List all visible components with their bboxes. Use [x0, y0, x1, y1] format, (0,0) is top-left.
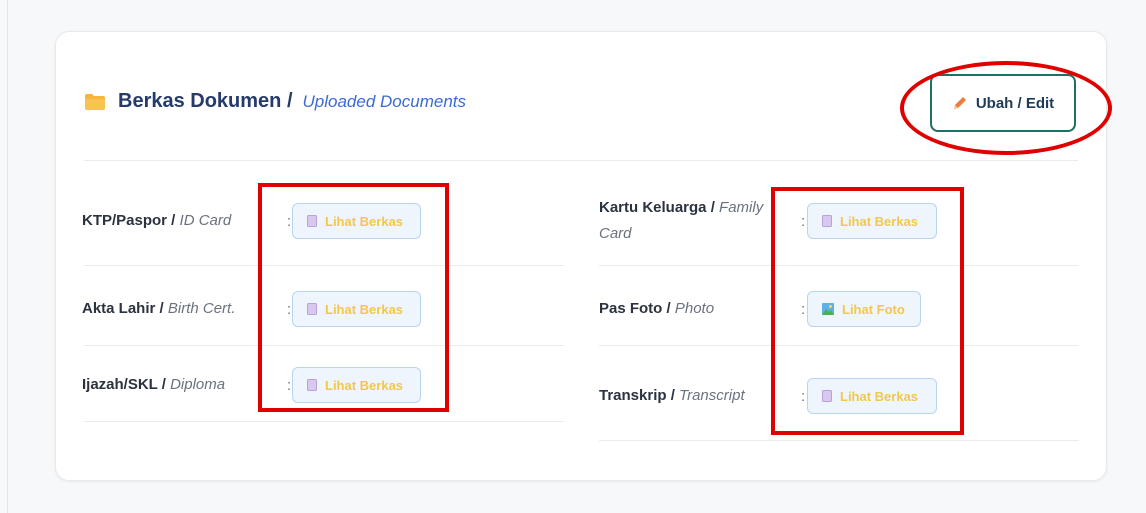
label-family-card: Kartu Keluarga / Family Card — [599, 199, 764, 242]
label-transcript: Transkrip / Transcript — [599, 387, 745, 404]
folder-icon — [85, 93, 105, 110]
page-title: Berkas Dokumen / — [118, 90, 293, 112]
label-photo: Pas Foto / Photo — [599, 300, 715, 317]
card-header: Berkas Dokumen / Uploaded Documents — [84, 90, 466, 113]
row-divider — [84, 421, 564, 422]
page-left-rule — [7, 0, 8, 513]
header-divider — [84, 160, 1078, 161]
page-subtitle: Uploaded Documents — [302, 91, 466, 111]
annotation-ellipse-edit — [900, 61, 1112, 155]
row-divider — [599, 440, 1079, 441]
annotation-box-right — [771, 187, 964, 435]
label-birth-cert: Akta Lahir / Birth Cert. — [82, 300, 236, 317]
label-id-card: KTP/Paspor / ID Card — [82, 212, 232, 229]
label-diploma: Ijazah/SKL / Diploma — [82, 376, 226, 393]
annotation-box-left — [258, 183, 449, 412]
